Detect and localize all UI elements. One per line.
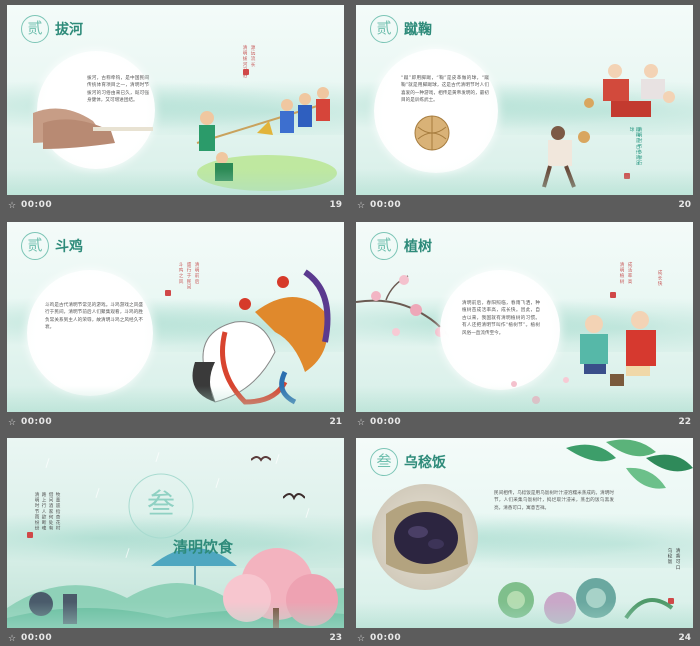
slide-body-text: “蹴”即用脚踢，“鞠”是皮革做的球，“蹴鞠”就是用脚踢球，这是古代清明节时人们喜… [401,76,489,104]
black-rice-photo [372,484,478,590]
slide-footer: ☆ 00:00 22 [356,415,693,432]
side-poem-2: 成活率高 [627,262,632,285]
slide-title: 蹴鞠 [404,22,432,38]
slide-thumbnail-24[interactable]: 叁 乌稔饭 民间相传，乌稔饭是用乌饭树叶汁浸泡糯米蒸成的。清明时节，人们采集乌饭… [356,438,693,646]
text-circle [374,49,498,173]
red-seal [165,290,171,296]
children-playing-image [584,64,675,117]
slide-timing: 00:00 [21,417,53,427]
leaves-decoration-image [566,439,693,489]
slide-canvas: 贰 斗鸡 斗鸡是古代清明节常见的游戏。斗鸡游戏之风盛行于民间，清明节前后人们聚集… [7,222,344,412]
swallow-icon [283,493,305,501]
section-number: 叁 [147,487,176,520]
section-badge: 贰 [21,15,49,43]
side-poem-2: 清明时节多举行 [637,127,642,167]
text-circle [27,270,153,396]
slide-timing: 00:00 [370,633,402,643]
slide-body-text: 斗鸡是古代清明节常见的游戏。斗鸡游戏之风盛行于民间，清明节前后人们聚集观看，斗鸡… [45,303,143,331]
slide-footer: ☆ 00:00 20 [356,198,693,215]
swallow-icon [251,456,271,462]
side-poem-1: 斗鸡之风 [178,262,183,285]
fighting-roosters-image [192,269,331,405]
poem-line-2: 路上行人欲断魂 [41,492,46,532]
slide-canvas: 贰 拔河 拔河，古称牵钩，是中国民间传统体育项目之一，清明时节拔河的习俗由来已久… [7,5,344,195]
section-badge: 贰 [370,15,398,43]
slide-title: 斗鸡 [55,239,83,255]
star-icon: ☆ [357,634,366,644]
slide-number: 23 [329,633,342,643]
section-badge: 叁 [370,448,398,476]
slide-number: 21 [329,417,342,427]
poem-line-4: 牧童遥指杏花村 [55,492,60,532]
slide-number: 19 [329,200,342,210]
slide-number: 20 [678,200,691,210]
slide-timing: 00:00 [370,200,402,210]
slide-footer: ☆ 00:00 23 [7,631,344,646]
section-badge: 贰 [21,232,49,260]
slide-thumbnail-19[interactable]: 贰 拔河 拔河，古称牵钩，是中国民间传统体育项目之一，清明时节拔河的习俗由来已久… [7,5,344,217]
slide-canvas: 贰 植树 清明前后，春阳照临，春雨飞洒，种植树苗成活率高，成长快。因此，自古以来… [356,222,693,412]
slide-number: 22 [678,417,691,427]
slide-timing: 00:00 [370,417,402,427]
cuju-ball-image [414,115,450,151]
slide-footer: ☆ 00:00 21 [7,415,344,432]
poem-line-1: 清明时节雨纷纷 [34,492,39,532]
slide-title: 拔河 [55,22,83,38]
petals-image [511,377,569,404]
succulents-decoration-image [498,578,674,624]
star-icon: ☆ [8,418,17,428]
slide-timing: 00:00 [21,633,53,643]
slide-title: 乌稔饭 [404,455,446,471]
slide-footer: ☆ 00:00 19 [7,198,344,215]
slide-thumbnail-21[interactable]: 贰 斗鸡 斗鸡是古代清明节常见的游戏。斗鸡游戏之风盛行于民间，清明节前后人们聚集… [7,222,344,434]
player-kicking-image [542,126,590,188]
slide-body-text: 拔河，古称牵钩，是中国民间传统体育项目之一，清明时节拔河的习俗由来已久，既可强身… [87,76,149,104]
slide-canvas: 叁 乌稔饭 民间相传，乌稔饭是用乌饭树叶汁浸泡糯米蒸成的。清明时节，人们采集乌饭… [356,438,693,628]
star-icon: ☆ [357,201,366,211]
slide-canvas: 贰 蹴鞠 “蹴”即用脚踢，“鞠”是皮革做的球，“蹴鞠”就是用脚踢球，这是古代清明… [356,5,693,195]
slide-number: 24 [678,633,691,643]
spring-landscape-image [7,548,344,628]
tug-of-war-image [196,87,337,191]
slide-thumbnail-22[interactable]: 贰 植树 清明前后，春阳照临，春雨飞洒，种植树苗成活率高，成长快。因此，自古以来… [356,222,693,434]
slide-footer: ☆ 00:00 24 [356,631,693,646]
slide-canvas: 叁 清明饮食 清明时节雨纷纷 路上行人欲断魂 借问酒家何处有 牧童遥指杏花村 [7,438,344,628]
red-seal [610,292,616,298]
children-planting-image [580,311,656,386]
star-icon: ☆ [357,418,366,428]
poem-line-3: 借问酒家何处有 [48,492,53,532]
slide-thumbnail-20[interactable]: 贰 蹴鞠 “蹴”即用脚踢，“鞠”是皮革做的球，“蹴鞠”就是用脚踢球，这是古代清明… [356,5,693,217]
slide-thumbnail-23[interactable]: 叁 清明饮食 清明时节雨纷纷 路上行人欲断魂 借问酒家何处有 牧童遥指杏花村 ☆… [7,438,344,646]
star-icon: ☆ [8,634,17,644]
side-poem-1: 清明植树 [619,262,624,285]
red-seal [624,173,630,179]
slide-timing: 00:00 [21,200,53,210]
section-badge: 贰 [370,232,398,260]
star-icon: ☆ [8,201,17,211]
slide-title: 植树 [404,239,432,255]
red-seal [27,532,33,538]
slide-body-text: 清明前后，春阳照临，春雨飞洒，种植树苗成活率高，成长快。因此，自古以来，我国就有… [462,301,540,336]
